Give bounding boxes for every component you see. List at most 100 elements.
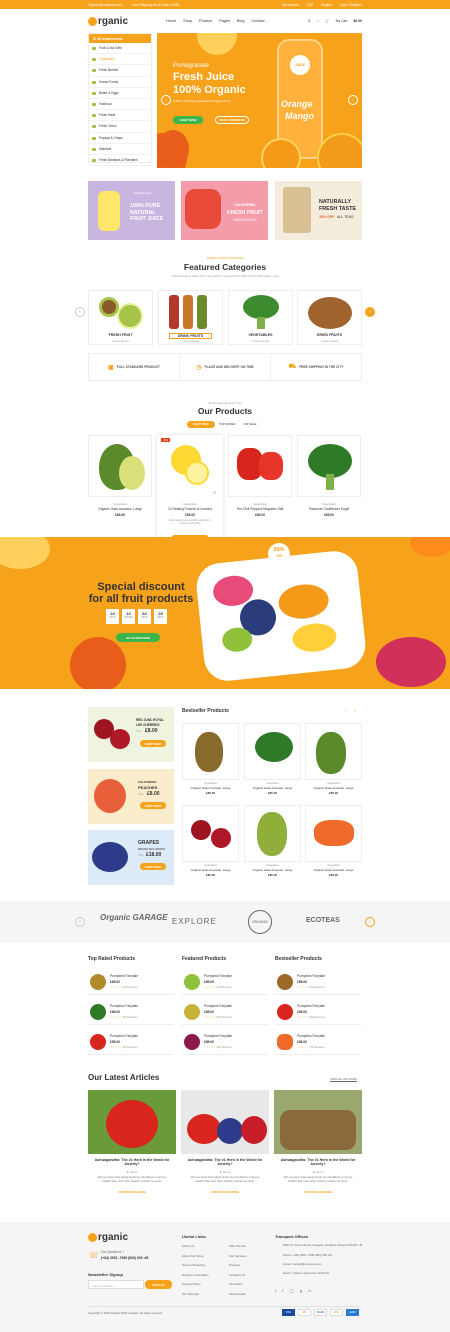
list-item[interactable]: Pumpkins Fairytale £85.00 ☆☆☆☆☆ (09 Review… (182, 1030, 268, 1055)
product-name[interactable]: Organic Hass Avocado, Large (182, 868, 239, 872)
list-item-name[interactable]: Pumpkins Fairytale (297, 974, 325, 978)
hero-prev-arrow-icon[interactable]: ‹ (161, 95, 171, 105)
category-item[interactable]: Fresh Meat (89, 110, 151, 122)
category-card-dried-fruits[interactable]: DRIED FRUITS Lorem Ahead (297, 290, 362, 345)
view-lookbook-button[interactable]: VIEW LOOKBOOK (215, 116, 249, 124)
shop-now-button[interactable]: SHOP NOW (140, 740, 166, 747)
zoom-icon[interactable]: ⚲ (213, 490, 216, 495)
list-item[interactable]: Pumpkins Fairytale £85.00 ☆☆☆☆☆ (09 Review… (88, 970, 174, 995)
newsletter-email-input[interactable]: Your email here... (88, 1280, 144, 1289)
promo-tea[interactable]: NATURALLY FRESH TASTE 15% OFF ALL TEAS (275, 181, 362, 240)
footer-link[interactable]: Our Sitemap (182, 1290, 209, 1300)
continue-reading-link[interactable]: CONTINUE READING (274, 1190, 362, 1194)
category-item[interactable]: Papaya & Crisps (89, 133, 151, 144)
article-title[interactable]: Ashwagandha: The #1 Herb in the World fo… (185, 1158, 265, 1167)
product-name[interactable]: 12 Healing Powers of Lemons (157, 507, 223, 511)
footer-link[interactable]: Privacy Policy (182, 1280, 209, 1290)
bestseller-next-icon[interactable]: › (354, 708, 356, 714)
product-name[interactable]: Organic Hass Avocado, Large (182, 786, 239, 790)
list-item-name[interactable]: Pumpkins Fairytale (204, 1034, 232, 1038)
category-item[interactable]: Oatmeal (89, 144, 151, 155)
footer-link[interactable]: Delivery information (182, 1271, 209, 1281)
continue-reading-link[interactable]: CONTINUE READING (88, 1190, 176, 1194)
view-all-articles-link[interactable]: VIEW ALL ARTICLES (330, 1077, 357, 1081)
product-card[interactable]: Vegetables Passover Cauliflower Kugel £8… (297, 435, 361, 545)
product-name[interactable]: Organic Hass Avocado, Large (244, 868, 301, 872)
product-card[interactable]: Vegetables Hot Chili Peppers Magnetic Sa… (228, 435, 292, 545)
promo-juice[interactable]: Natural Juice 100% PURE NATURAL FRUIT JUIC… (88, 181, 175, 240)
hero-next-arrow-icon[interactable]: › (348, 95, 358, 105)
list-item[interactable]: Pumpkins Fairytale £85.00 ☆☆☆☆☆ (09 Review… (182, 970, 268, 995)
bestseller-prev-icon[interactable]: ‹ (345, 708, 347, 714)
shop-now-button[interactable]: SHOP NOW (140, 802, 166, 809)
tab-top-rated[interactable]: TOP RATED (216, 421, 238, 428)
featured-next-arrow-icon[interactable]: › (365, 307, 375, 317)
topbar-currency[interactable]: USD (306, 3, 313, 7)
tab-on-sale[interactable]: ON SALE (240, 421, 260, 428)
product-card-hover[interactable]: -5% ⚲ Vegetables 12 Healing Powers of Le… (157, 435, 223, 547)
brands-prev-arrow-icon[interactable]: ‹ (75, 917, 85, 927)
footer-logo[interactable]: rganic (88, 1232, 128, 1243)
list-item-name[interactable]: Pumpkins Fairytale (204, 1004, 232, 1008)
product-card[interactable]: Vegetables Organic Hass Avocado, Large £85… (305, 723, 362, 803)
go-offer-button[interactable]: GO OFFER NOW (116, 633, 160, 642)
tab-featured[interactable]: FEATURED (187, 421, 215, 428)
category-card-vegetables[interactable]: VEGETABLES Lorem Ahead (228, 290, 293, 345)
footer-link[interactable]: Testimonials (229, 1290, 246, 1300)
nav-home[interactable]: Home (166, 19, 176, 23)
category-card-drink-fruits[interactable]: DRINK FRUITS Lorem Ahead (158, 290, 223, 345)
category-item[interactable]: Butter & Eggs (89, 88, 151, 99)
category-card-fresh-fruit[interactable]: FRESH FRUIT Lorem Ahead (88, 290, 153, 345)
list-item-name[interactable]: Pumpkins Fairytale (297, 1034, 325, 1038)
brands-next-arrow-icon[interactable]: › (365, 917, 375, 927)
footer-link[interactable]: Contacts Us (229, 1271, 246, 1281)
product-name[interactable]: Organic Hass Avocado, Large (88, 507, 152, 511)
product-name[interactable]: Organic Hass Avocado, Large (305, 786, 362, 790)
cart-icon[interactable]: 🛒 (325, 19, 329, 23)
footer-link[interactable]: About Our Shop (182, 1252, 209, 1262)
list-item-name[interactable]: Pumpkins Fairytale (110, 1034, 138, 1038)
product-name[interactable]: Passover Cauliflower Kugel (297, 507, 361, 511)
nav-contact[interactable]: Contact (252, 19, 265, 23)
article-title[interactable]: Ashwagandha: The #1 Herb in the World fo… (92, 1158, 172, 1167)
article-title[interactable]: Ashwagandha: The #1 Herb in the World fo… (278, 1158, 358, 1167)
list-item-name[interactable]: Pumpkins Fairytale (204, 974, 232, 978)
brand-logo[interactable]: ORGANIC (248, 910, 272, 934)
list-item-name[interactable]: Pumpkins Fairytale (110, 1004, 138, 1008)
list-item[interactable]: Pumpkins Fairytale £85.00 ☆☆☆☆☆ (09 Review… (275, 1000, 361, 1025)
product-name[interactable]: Organic Hass Avocado, Large (305, 868, 362, 872)
instagram-icon[interactable]: ◯ (289, 1288, 293, 1293)
search-icon[interactable]: ⚲ (308, 19, 310, 23)
side-promo-peaches[interactable]: CALIFORNIA PEACHES from £8.00 SHOP NOW (88, 769, 174, 824)
product-name[interactable]: Hot Chili Peppers Magnetic Salt (228, 507, 292, 511)
site-logo[interactable]: rganic (88, 16, 128, 27)
list-item[interactable]: Pumpkins Fairytale £85.00 ☆☆☆☆☆ (09 Review… (88, 1030, 174, 1055)
nav-blog[interactable]: Blog (237, 19, 245, 23)
footer-link[interactable]: About Us (182, 1242, 209, 1252)
google-plus-icon[interactable]: g (300, 1288, 302, 1293)
twitter-icon[interactable]: t (275, 1288, 276, 1293)
facebook-icon[interactable]: f (282, 1288, 283, 1293)
product-card[interactable]: Vegetables Organic Hass Avocado, Large £85… (244, 805, 301, 885)
category-item[interactable]: Fresh Berries (89, 65, 151, 77)
category-item[interactable]: Fastfood (89, 99, 151, 111)
product-card[interactable]: Vegetables Organic Hass Avocado, Large £85… (244, 723, 301, 803)
topbar-login[interactable]: Login / Register (340, 3, 362, 7)
category-item[interactable]: Ocean Foods (89, 77, 151, 88)
category-header[interactable]: ☰ All departments (89, 34, 151, 43)
category-item[interactable]: Fresh Bananas & Plantains (89, 155, 151, 167)
side-promo-grapes[interactable]: GRAPES BRAND TEA CRISPS from £18.00 SHOP… (88, 830, 174, 885)
topbar-language[interactable]: English (321, 3, 331, 7)
footer-link[interactable]: Secure Shopping (182, 1261, 209, 1271)
category-item[interactable]: Fruit & Nut Gifts (89, 43, 151, 55)
article-card[interactable]: Ashwagandha: The #1 Herb in the World fo… (181, 1090, 269, 1210)
footer-link[interactable]: Our Services (229, 1252, 246, 1262)
sign-up-button[interactable]: SIGN UP (145, 1280, 172, 1289)
brand-logo[interactable]: ECOTEAS (306, 917, 340, 924)
product-card[interactable]: Vegetables Organic Hass Avocado, Large £85… (182, 805, 239, 885)
nav-shop[interactable]: Shop (183, 19, 192, 23)
topbar-email[interactable]: Organic@company.com (88, 3, 122, 7)
featured-prev-arrow-icon[interactable]: ‹ (75, 307, 85, 317)
category-item[interactable]: Vegetables (89, 54, 151, 66)
rss-icon[interactable]: ∾ (308, 1288, 311, 1293)
